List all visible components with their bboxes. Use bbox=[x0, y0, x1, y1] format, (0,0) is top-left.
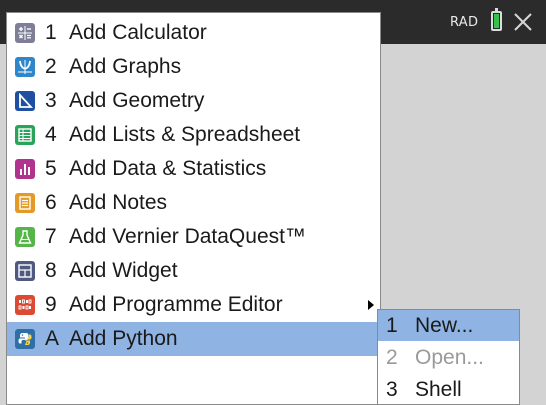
menu-item-label: Add Data & Statistics bbox=[69, 157, 267, 180]
menu-item-add-calculator[interactable]: 1 Add Calculator bbox=[7, 16, 380, 50]
submenu-item-number: 1 bbox=[386, 313, 398, 337]
menu-item-label: Add Calculator bbox=[69, 21, 207, 44]
menu-item-label: Add Lists & Spreadsheet bbox=[69, 123, 301, 146]
geometry-icon bbox=[15, 91, 35, 111]
menu-item-label: Add Geometry bbox=[69, 89, 205, 112]
notes-icon bbox=[15, 193, 35, 213]
menu-item-label: Add Graphs bbox=[69, 55, 182, 78]
menu-item-add-data-statistics[interactable]: 5 Add Data & Statistics bbox=[7, 152, 380, 186]
menu-item-label: Add Programme Editor bbox=[69, 293, 283, 316]
close-icon[interactable] bbox=[512, 11, 534, 33]
menu-item-label: Add Widget bbox=[69, 259, 178, 282]
submenu-arrow-icon bbox=[368, 300, 374, 310]
menu-item-number: 4 bbox=[45, 123, 57, 146]
widget-icon bbox=[15, 261, 35, 281]
menu-item-number: 8 bbox=[45, 259, 57, 282]
submenu-item-number: 3 bbox=[386, 377, 398, 401]
menu-item-add-widget[interactable]: 8 Add Widget bbox=[7, 254, 380, 288]
vernier-dataquest-icon bbox=[15, 227, 35, 247]
data-statistics-icon bbox=[15, 159, 35, 179]
menu-item-number: 2 bbox=[45, 55, 57, 78]
submenu-item-label: Shell bbox=[415, 377, 462, 401]
menu-item-number: 7 bbox=[45, 225, 57, 248]
menu-item-add-vernier-dataquest[interactable]: 7 Add Vernier DataQuest™ bbox=[7, 220, 380, 254]
python-icon bbox=[15, 329, 35, 349]
submenu-item-shell[interactable]: 3 Shell bbox=[378, 374, 519, 405]
insert-menu: 1 Add Calculator 2 Add Graphs 3 Add Geom… bbox=[6, 12, 381, 405]
submenu-item-number: 2 bbox=[386, 345, 398, 369]
menu-item-add-geometry[interactable]: 3 Add Geometry bbox=[7, 84, 380, 118]
menu-item-add-notes[interactable]: 6 Add Notes bbox=[7, 186, 380, 220]
menu-item-add-programme-editor[interactable]: 9 Add Programme Editor bbox=[7, 288, 380, 322]
menu-item-add-python[interactable]: A Add Python bbox=[7, 322, 380, 356]
menu-item-number: 9 bbox=[45, 293, 57, 316]
spreadsheet-icon bbox=[15, 125, 35, 145]
submenu-item-new[interactable]: 1 New... bbox=[378, 310, 519, 341]
battery-icon bbox=[491, 8, 502, 31]
menu-item-number: A bbox=[45, 327, 60, 350]
menu-item-number: 3 bbox=[45, 89, 57, 112]
angle-mode-indicator: RAD bbox=[450, 15, 479, 30]
menu-item-number: 1 bbox=[45, 21, 57, 44]
menu-item-add-lists-spreadsheet[interactable]: 4 Add Lists & Spreadsheet bbox=[7, 118, 380, 152]
menu-item-number: 6 bbox=[45, 191, 57, 214]
menu-item-label: Add Notes bbox=[69, 191, 168, 214]
submenu-item-label: New... bbox=[415, 313, 474, 337]
menu-item-add-graphs[interactable]: 2 Add Graphs bbox=[7, 50, 380, 84]
graphs-icon bbox=[15, 57, 35, 77]
menu-item-label: Add Vernier DataQuest™ bbox=[69, 225, 306, 248]
menu-item-label: Add Python bbox=[69, 327, 178, 350]
submenu-item-open: 2 Open... bbox=[378, 342, 519, 373]
submenu-item-label: Open... bbox=[415, 345, 484, 369]
programme-editor-icon bbox=[15, 295, 35, 315]
python-submenu: 1 New... 2 Open... 3 Shell bbox=[377, 309, 520, 405]
menu-item-number: 5 bbox=[45, 157, 57, 180]
calculator-icon bbox=[15, 23, 35, 43]
